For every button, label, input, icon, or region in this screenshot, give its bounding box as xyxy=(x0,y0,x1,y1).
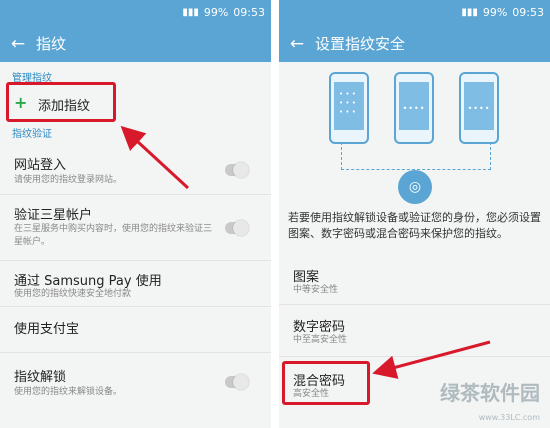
option-subtitle: 中至高安全性 xyxy=(293,335,348,345)
divider xyxy=(0,352,271,353)
list-item-samsung-pay[interactable]: 通过 Samsung Pay 使用 使用您的指纹快速安全地付款 xyxy=(0,266,271,306)
clock: 09:53 xyxy=(233,6,265,19)
battery-level: 99% xyxy=(482,6,508,19)
item-title: 网站登入 xyxy=(14,158,67,173)
security-illustration: • • • • • • • • • •••• •••• ◎ xyxy=(279,72,550,204)
description-text: 若要使用指纹解锁设备或验证您的身份，您必须设置图案、数字密码或混合密码来保护您的… xyxy=(288,211,541,240)
option-pattern[interactable]: 图案 中等安全性 xyxy=(279,262,550,302)
list-item-alipay[interactable]: 使用支付宝 xyxy=(0,312,271,346)
right-screen: ▮▮▮ 99% 09:53 ← 设置指纹安全 • • • • • • • • • •… xyxy=(279,0,550,428)
list-item-samsung-account[interactable]: 验证三星帐户 在三星服务中购买内容时，使用您的指纹来验证三星帐户。 xyxy=(0,200,271,256)
web-signin-toggle[interactable] xyxy=(225,162,249,178)
item-subtitle: 使用您的指纹来解锁设备。 xyxy=(14,387,123,397)
divider xyxy=(0,194,271,195)
watermark-url: www.33LC.com xyxy=(478,413,540,422)
item-title: 指纹解锁 xyxy=(14,370,67,385)
divider xyxy=(0,260,271,261)
back-arrow-icon[interactable]: ← xyxy=(279,34,315,54)
page-title: 指纹 xyxy=(36,35,67,53)
item-subtitle: 请使用您的指纹登录网站。 xyxy=(14,175,123,185)
status-bar: ▮▮▮ 99% 09:53 xyxy=(0,0,271,25)
list-item-web-signin[interactable]: 网站登入 请使用您的指纹登录网站。 xyxy=(0,150,271,194)
option-title: 数字密码 xyxy=(293,320,346,335)
item-title: 通过 Samsung Pay 使用 xyxy=(14,274,162,289)
status-bar: ▮▮▮ 99% 09:53 xyxy=(279,0,550,25)
option-pin[interactable]: 数字密码 中至高安全性 xyxy=(279,312,550,352)
signal-icon: ▮▮▮ xyxy=(182,7,199,18)
list-item-fingerprint-unlock[interactable]: 指纹解锁 使用您的指纹来解锁设备。 xyxy=(0,362,271,406)
back-arrow-icon[interactable]: ← xyxy=(0,34,36,54)
divider xyxy=(279,304,550,305)
app-bar: ← 设置指纹安全 xyxy=(279,25,550,62)
samsung-account-toggle[interactable] xyxy=(225,220,249,236)
pin-phone-icon: •••• xyxy=(394,72,434,144)
fingerprint-icon: ◎ xyxy=(398,170,432,204)
item-subtitle: 在三星服务中购买内容时，使用您的指纹来验证三星帐户。 xyxy=(14,224,213,247)
watermark-brand: 绿茶软件园 xyxy=(440,381,540,405)
divider xyxy=(279,356,550,357)
pattern-phone-icon: • • • • • • • • • xyxy=(329,72,369,144)
left-screen: ▮▮▮ 99% 09:53 ← 指纹 管理指纹 + 添加指纹 指纹验证 网站登入… xyxy=(0,0,271,428)
highlight-box-password xyxy=(282,361,370,405)
highlight-box-add xyxy=(6,82,116,122)
signal-icon: ▮▮▮ xyxy=(461,7,478,18)
fingerprint-unlock-toggle[interactable] xyxy=(225,374,249,390)
option-subtitle: 中等安全性 xyxy=(293,285,339,295)
divider xyxy=(0,306,271,307)
page-title: 设置指纹安全 xyxy=(315,35,406,53)
password-phone-icon: •••• xyxy=(459,72,499,144)
app-bar: ← 指纹 xyxy=(0,25,271,62)
option-title: 图案 xyxy=(293,270,320,285)
item-subtitle: 使用您的指纹快速安全地付款 xyxy=(14,289,132,299)
item-title: 验证三星帐户 xyxy=(14,208,93,223)
item-title: 使用支付宝 xyxy=(14,322,80,337)
clock: 09:53 xyxy=(512,6,544,19)
section-fingerprint-verify: 指纹验证 xyxy=(12,129,52,140)
battery-level: 99% xyxy=(203,6,229,19)
illustration-connector xyxy=(341,142,491,170)
